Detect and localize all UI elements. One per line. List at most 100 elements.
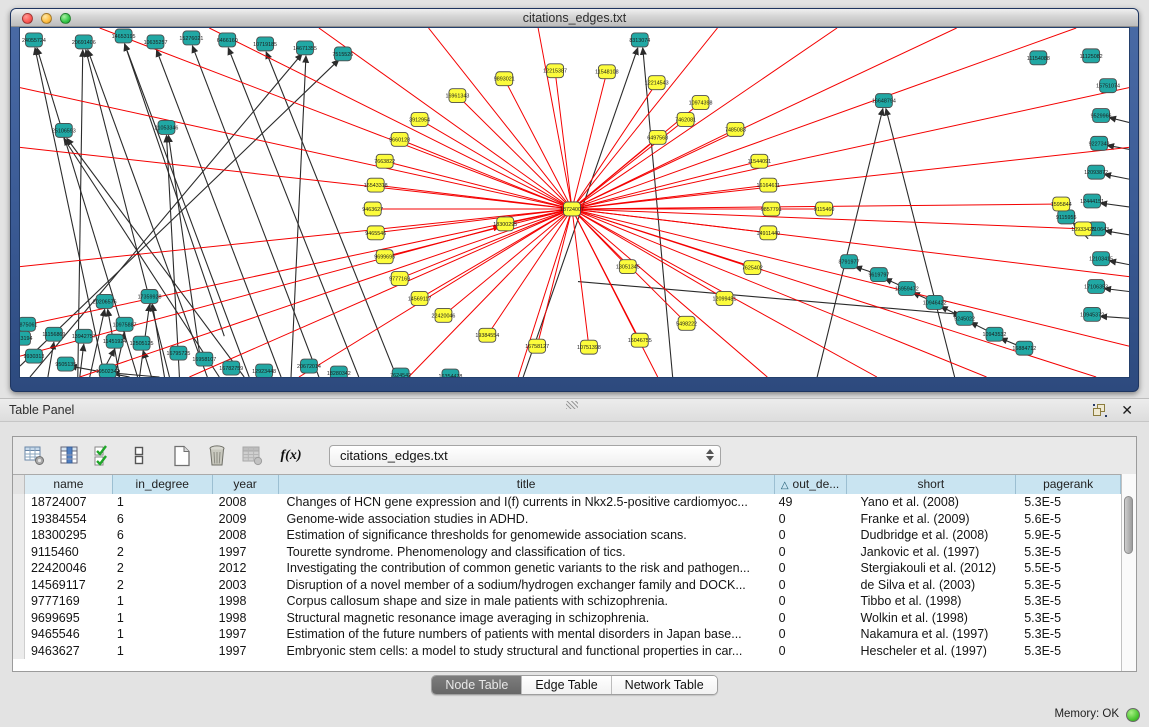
table-selector-dropdown[interactable]: citations_edges.txt [329,445,721,467]
graph-node-selected[interactable]: 14569117 [408,291,431,305]
graph-node[interactable]: 3913194 [20,331,32,345]
graph-node-selected[interactable]: 9893021 [494,72,515,86]
graph-node-selected[interactable]: 6497568 [647,130,668,144]
close-panel-icon[interactable]: ✕ [1121,402,1133,418]
graph-node[interactable]: 8313074 [629,33,650,47]
graph-node[interactable]: 18280342 [327,366,351,377]
graph-node-selected[interactable]: 9463627 [362,202,383,216]
column-header-name[interactable]: name [25,475,113,495]
graph-node-selected[interactable]: 12099481 [713,291,737,305]
graph-node[interactable]: 7875061 [20,317,37,331]
graph-node-selected[interactable]: 10751398 [577,340,601,354]
graph-node[interactable]: 10946422 [923,295,947,309]
graph-node[interactable]: 25106593 [52,123,76,137]
graph-node[interactable]: 13942757 [72,329,96,343]
citation-network-graph[interactable]: 2405572420691406146531951063525715276021… [20,28,1129,377]
graph-node[interactable]: 16959472 [895,282,919,296]
graph-node[interactable]: 9930313 [24,349,45,363]
graph-node[interactable]: 16884712 [1012,341,1036,355]
graph-node-selected[interactable]: 5498222 [676,316,697,330]
table-row[interactable]: 946554611997Estimation of the future num… [13,626,1121,643]
close-window-button[interactable] [22,13,33,24]
table-row[interactable]: 1830029562008Estimation of significance … [13,527,1121,544]
graph-node-selected[interactable]: 9660128 [389,132,410,146]
graph-node-selected[interactable]: 9465546 [365,226,386,240]
graph-node-selected[interactable]: 16543318 [364,178,388,192]
graph-node[interactable]: 16958107 [192,352,216,366]
graph-node[interactable]: 12093872 [1084,165,1108,179]
table-row[interactable]: 911546021997Tourette syndrome. Phenomeno… [13,544,1121,561]
column-header-out-degree[interactable]: △out_de... [775,475,847,495]
graph-node[interactable]: 16795725 [166,346,190,360]
table-row[interactable]: 2242004622012Investigating the contribut… [13,560,1121,577]
graph-node[interactable]: 9115955 [1056,210,1077,224]
float-panel-icon[interactable] [1093,404,1107,417]
network-canvas[interactable]: 2405572420691406146531951063525715276021… [19,27,1130,378]
table-mode-icon[interactable] [23,445,45,467]
graph-node-selected[interactable]: 10974398 [689,96,713,110]
graph-node-selected[interactable]: 7625402 [742,261,763,275]
graph-node-selected[interactable]: 10933425 [1071,222,1095,236]
graph-node[interactable]: 17106353 [1084,280,1108,294]
graph-node-selected[interactable]: 14911440 [757,226,780,240]
graph-node[interactable]: 10975887 [113,317,137,331]
graph-node[interactable]: 16354478 [439,369,463,377]
unselect-all-columns-icon[interactable] [128,445,150,467]
minimize-window-button[interactable] [41,13,52,24]
graph-node[interactable]: 6466160 [217,33,238,47]
tab-edge-table[interactable]: Edge Table [521,676,610,694]
show-columns-icon[interactable] [58,445,80,467]
scrollbar-thumb[interactable] [1124,496,1133,554]
select-all-columns-icon[interactable] [93,445,115,467]
graph-node-selected[interactable]: 7485083 [725,122,746,136]
table-vertical-scrollbar[interactable] [1121,474,1136,671]
graph-node-selected[interactable]: 18724007 [560,202,584,216]
graph-node-selected[interactable]: 9777169 [389,272,410,286]
graph-node-selected[interactable]: 16046755 [628,333,652,347]
table-row[interactable]: 946362711997Embryonic stem cells: a mode… [13,643,1121,660]
graph-node[interactable]: 11154088 [1027,51,1050,65]
graph-node-selected[interactable]: 11548108 [595,65,618,79]
tab-node-table[interactable]: Node Table [432,676,521,694]
graph-node[interactable]: 9619797 [868,268,889,282]
graph-node[interactable]: 11125082 [1080,49,1103,63]
graph-node-selected[interactable]: 11544091 [748,154,771,168]
graph-node[interactable]: 15751074 [1096,79,1120,93]
graph-node[interactable]: 12923448 [252,364,276,377]
graph-node[interactable]: 9227343 [1089,136,1110,150]
create-column-icon[interactable] [171,445,193,467]
graph-node-selected[interactable]: 7462081 [675,113,696,127]
graph-node-selected[interactable]: 9115460 [814,202,835,216]
graph-node[interactable]: 20691406 [72,35,96,49]
graph-node[interactable]: 12505125 [130,336,154,350]
graph-node-selected[interactable]: 9699695 [374,250,395,264]
graph-node[interactable]: 14653195 [112,29,136,43]
graph-node[interactable]: 7515526 [332,47,353,61]
graph-node-selected[interactable]: 22420046 [432,308,456,322]
memory-status-indicator[interactable] [1126,708,1140,722]
graph-node[interactable]: 11451924 [103,334,126,348]
graph-node[interactable]: 15276021 [179,31,203,45]
graph-node[interactable]: 9245022 [954,311,975,325]
panel-resize-grip[interactable] [566,401,578,409]
graph-node-selected[interactable]: 13051345 [616,260,640,274]
column-header-title[interactable]: title [279,475,775,495]
graph-node[interactable]: 12103415 [1089,252,1113,266]
graph-node-selected[interactable]: 16164611 [757,178,780,192]
table-row[interactable]: 977716911998Corpus callosum shape and si… [13,593,1121,610]
graph-node[interactable]: 21053346 [155,120,179,134]
graph-node[interactable]: 10945372 [1080,307,1104,321]
graph-node[interactable]: 10943532 [983,327,1007,341]
graph-node-selected[interactable]: 12215387 [543,64,567,78]
graph-node[interactable]: 9505135 [55,357,76,371]
graph-node-selected[interactable]: 9857791 [761,202,782,216]
table-row[interactable]: 1456911722003Disruption of a novel membe… [13,577,1121,594]
graph-node[interactable]: 20206576 [93,294,117,308]
column-header-short[interactable]: short [847,475,1017,495]
graph-node-selected[interactable]: 18300295 [493,217,517,231]
table-row[interactable]: 1872400712008Changes of HCN gene express… [13,494,1121,511]
column-header-pagerank[interactable]: pagerank [1016,475,1121,495]
graph-node[interactable]: 10719185 [253,37,277,51]
function-builder-icon[interactable]: f(x) [276,445,306,467]
graph-node-selected[interactable]: 7663822 [374,154,395,168]
